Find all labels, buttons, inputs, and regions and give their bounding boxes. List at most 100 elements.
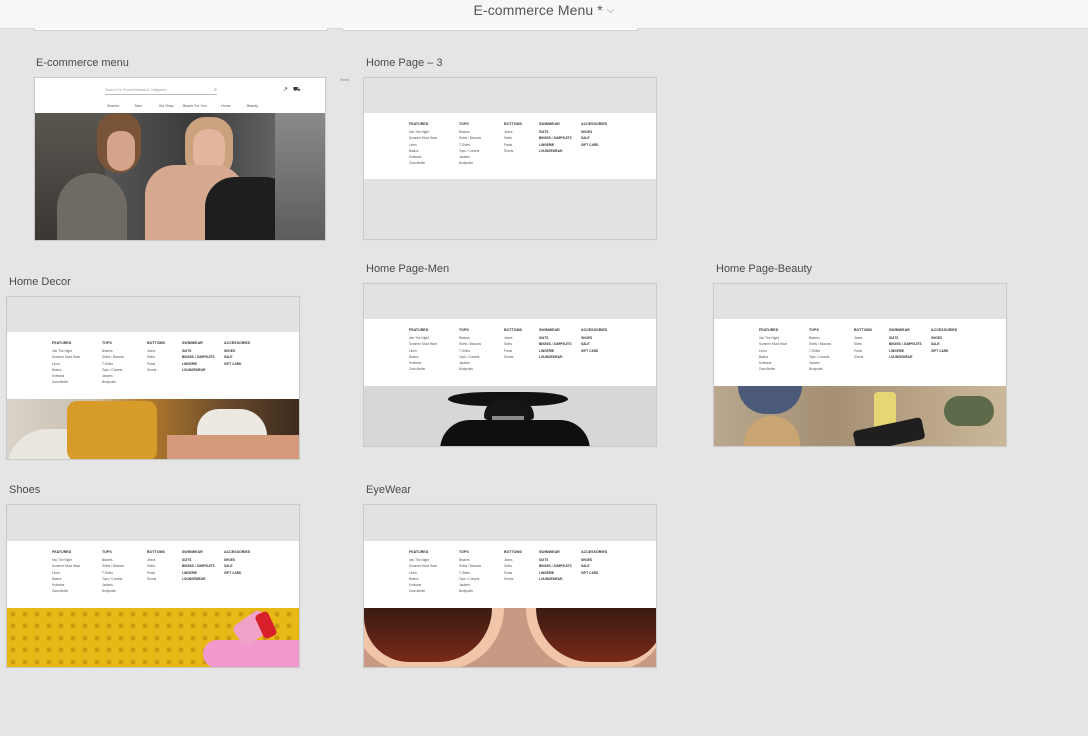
menu-item[interactable]: Shirts / Blouses — [102, 354, 124, 360]
search-input[interactable]: Search For Product Brands & Categories ⌕ — [105, 87, 217, 95]
menu-col-tops: TOPS Blazers Shirts / Blouses T-Shirts T… — [102, 341, 124, 386]
menu-item[interactable]: Zara Atelier — [409, 588, 437, 594]
menu-heading: FEATURED — [52, 341, 72, 345]
artboard-eyewear[interactable]: FEATURED Into The Night Summer Must Have… — [363, 504, 657, 668]
nav-item-men[interactable]: Men — [135, 104, 142, 108]
menu-item[interactable]: Summer Must Have — [52, 354, 80, 360]
menu-col-bottoms: BOTTOMS Jeans Skirts Pants Shorts — [504, 328, 522, 360]
menu-item[interactable]: GIFT CARD — [581, 348, 607, 354]
menu-heading: TOPS — [809, 328, 819, 332]
artboard-label-main[interactable]: E-commerce menu — [36, 57, 129, 69]
menu-col-accessories: ACCESSORIES SHOES SALE GIFT CARD — [224, 341, 250, 367]
artboard-label-eyewear[interactable]: EyeWear — [366, 484, 411, 496]
menu-item[interactable]: LOUNGEWEAR — [539, 354, 572, 360]
menu-item[interactable]: Zara Atelier — [52, 379, 80, 385]
menu-item[interactable]: GIFT CARD — [224, 570, 250, 576]
menu-heading: FEATURED — [759, 328, 779, 332]
menu-heading: FEATURED — [409, 550, 429, 554]
chevron-down-icon[interactable]: ⌵ — [607, 5, 615, 16]
menu-heading: ACCESSORIES — [224, 341, 251, 345]
hero-image — [35, 113, 325, 240]
search-icon[interactable]: ⌕ — [214, 87, 217, 94]
nav-item-kid-shop[interactable]: Kid Shop — [159, 104, 174, 108]
menu-item[interactable]: Shorts — [504, 148, 522, 154]
artboard-men[interactable]: FEATURED Into The Night Summer Must Have… — [363, 283, 657, 447]
menu-heading: TOPS — [102, 550, 112, 554]
nav-item-women[interactable]: Women — [107, 104, 119, 108]
menu-item[interactable]: Bodysuits — [459, 160, 481, 166]
menu-item[interactable]: Zara Atelier — [759, 366, 787, 372]
menu-item[interactable]: Bodysuits — [459, 588, 481, 594]
artboard-beauty[interactable]: FEATURED Into The Night Summer Must Have… — [713, 283, 1007, 447]
menu-item[interactable]: Shorts — [147, 576, 165, 582]
artboard-label-decor[interactable]: Home Decor — [9, 276, 71, 288]
menu-item[interactable]: Summer Must Have — [409, 341, 437, 347]
menu-item[interactable]: Shorts — [854, 354, 872, 360]
menu-item[interactable]: Shorts — [147, 367, 165, 373]
menu-item[interactable]: BIKINIS / JUMPSUITS — [182, 354, 215, 360]
menu-heading: BOTTOMS — [854, 328, 872, 332]
menu-item[interactable]: BIKINIS / JUMPSUITS — [539, 341, 572, 347]
artboard-label-home3[interactable]: Home Page – 3 — [366, 57, 442, 69]
menu-item[interactable]: Zara Atelier — [409, 160, 437, 166]
menu-item[interactable]: BIKINIS / JUMPSUITS — [539, 135, 572, 141]
menu-heading: SWIMWEAR — [182, 341, 203, 345]
menu-item[interactable]: LOUNGEWEAR — [889, 354, 922, 360]
menu-heading: ACCESSORIES — [581, 328, 608, 332]
menu-item[interactable]: Bodysuits — [809, 366, 831, 372]
menu-col-accessories: ACCESSORIES SHOES SALE GIFT CARD — [224, 550, 250, 576]
menu-heading: ACCESSORIES — [931, 328, 958, 332]
menu-item[interactable]: GIFT CARD — [581, 570, 607, 576]
menu-item[interactable]: GIFT CARD — [581, 142, 607, 148]
menu-item[interactable]: Zara Atelier — [52, 588, 80, 594]
menu-heading: ACCESSORIES — [581, 550, 608, 554]
menu-col-featured: FEATURED Into The Night Summer Must Have… — [52, 341, 80, 386]
document-title-text: E-commerce Menu * — [473, 2, 603, 18]
menu-item[interactable]: LOUNGEWEAR — [539, 148, 572, 154]
menu-item[interactable]: BIKINIS / JUMPSUITS — [182, 563, 215, 569]
nav-item-beach[interactable]: Beach For You — [183, 104, 207, 108]
cart-icon[interactable]: ⛟ — [293, 86, 301, 94]
artboard-label-shoes[interactable]: Shoes — [9, 484, 40, 496]
menu-heading: ACCESSORIES — [581, 122, 608, 126]
menu-item[interactable]: GIFT CARD — [931, 348, 957, 354]
menu-item[interactable]: Bodysuits — [459, 366, 481, 372]
menu-item[interactable]: LOUNGEWEAR — [539, 576, 572, 582]
artboard-main[interactable]: Search For Product Brands & Categories ⌕… — [34, 77, 326, 241]
menu-item[interactable]: Summer Must Have — [759, 341, 787, 347]
menu-item[interactable]: LOUNGEWEAR — [182, 367, 215, 373]
menu-item[interactable]: Shirts / Blouses — [102, 563, 124, 569]
menu-item[interactable]: LOUNGEWEAR — [182, 576, 215, 582]
menu-heading: TOPS — [459, 328, 469, 332]
menu-item[interactable]: Shirts / Blouses — [459, 563, 481, 569]
mega-menu-panel: FEATURED Into The Night Summer Must Have… — [364, 541, 656, 608]
menu-item[interactable]: GIFT CARD — [224, 361, 250, 367]
menu-item[interactable]: Shirts / Blouses — [809, 341, 831, 347]
menu-heading: BOTTOMS — [147, 341, 165, 345]
menu-item[interactable]: Shorts — [504, 354, 522, 360]
menu-item[interactable]: BIKINIS / JUMPSUITS — [889, 341, 922, 347]
menu-item[interactable]: Summer Must Have — [409, 135, 437, 141]
menu-item[interactable]: Summer Must Have — [52, 563, 80, 569]
menu-item[interactable]: Shirts / Blouses — [459, 135, 481, 141]
menu-item[interactable]: Zara Atelier — [409, 366, 437, 372]
menu-col-swimwear: SWIMWEAR SUITS BIKINIS / JUMPSUITS LINGE… — [539, 122, 572, 154]
artboard-label-beauty[interactable]: Home Page-Beauty — [716, 263, 812, 275]
artboard-decor[interactable]: FEATURED Into The Night Summer Must Have… — [6, 296, 300, 460]
menu-heading: SWIMWEAR — [539, 328, 560, 332]
menu-item[interactable]: Bodysuits — [102, 588, 124, 594]
menu-heading: ACCESSORIES — [224, 550, 251, 554]
menu-item[interactable]: Bodysuits — [102, 379, 124, 385]
share-icon[interactable]: ↗ — [283, 86, 288, 93]
document-title[interactable]: E-commerce Menu * ⌵ — [0, 2, 1088, 18]
menu-col-swimwear: SWIMWEAR SUITS BIKINIS / JUMPSUITS LINGE… — [539, 550, 572, 582]
artboard-shoes[interactable]: FEATURED Into The Night Summer Must Have… — [6, 504, 300, 668]
artboard-home3[interactable]: FEATURED Into The Night Summer Must Have… — [363, 77, 657, 240]
artboard-label-men[interactable]: Home Page-Men — [366, 263, 449, 275]
nav-item-home[interactable]: Home — [221, 104, 231, 108]
menu-item[interactable]: BIKINIS / JUMPSUITS — [539, 563, 572, 569]
menu-item[interactable]: Summer Must Have — [409, 563, 437, 569]
menu-item[interactable]: Shorts — [504, 576, 522, 582]
menu-item[interactable]: Shirts / Blouses — [459, 341, 481, 347]
nav-item-beauty[interactable]: Beauty — [247, 104, 258, 108]
